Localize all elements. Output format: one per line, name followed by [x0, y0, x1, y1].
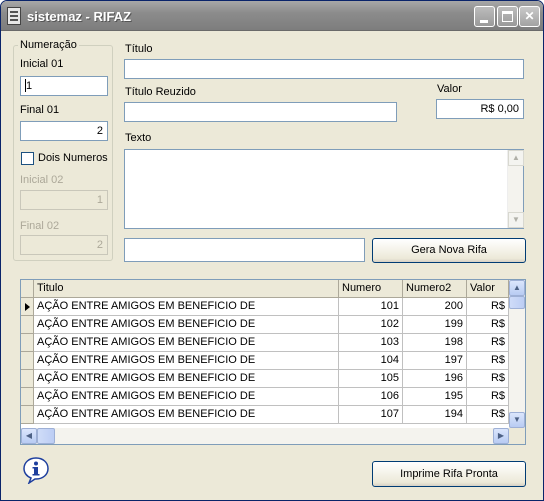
table-row[interactable]: AÇÃO ENTRE AMIGOS EM BENEFICIO DE 105 196 R… [21, 370, 510, 388]
table-row[interactable]: AÇÃO ENTRE AMIGOS EM BENEFICIO DE 103 198 R… [21, 334, 510, 352]
cell-titulo[interactable]: AÇÃO ENTRE AMIGOS EM BENEFICIO DE [34, 406, 339, 424]
rifas-grid[interactable]: Titulo Numero Numero2 Valor AÇÃO ENTRE A… [20, 279, 526, 445]
notepad-icon[interactable] [7, 7, 21, 25]
status-input[interactable] [124, 238, 365, 262]
texto-label: Texto [125, 132, 152, 144]
grid-vertical-scrollbar[interactable]: ▲ ▼ [509, 280, 525, 428]
window-title: sistemaz - RIFAZ [27, 9, 132, 24]
final01-label: Final 01 [20, 104, 60, 116]
row-indicator[interactable] [21, 370, 34, 388]
inicial02-label: Inicial 02 [20, 174, 64, 186]
cell-titulo[interactable]: AÇÃO ENTRE AMIGOS EM BENEFICIO DE [34, 388, 339, 406]
row-indicator[interactable] [21, 406, 34, 424]
cell-numero[interactable]: 106 [339, 388, 403, 406]
cell-numero[interactable]: 107 [339, 406, 403, 424]
titulo-label: Título [125, 43, 153, 55]
numeracao-group-label: Numeração [18, 39, 79, 51]
close-icon: ✕ [524, 9, 535, 23]
row-indicator[interactable] [21, 388, 34, 406]
cell-numero2[interactable]: 197 [403, 352, 467, 370]
maximize-button[interactable] [497, 6, 518, 27]
cell-titulo[interactable]: AÇÃO ENTRE AMIGOS EM BENEFICIO DE [34, 352, 339, 370]
row-indicator[interactable] [21, 352, 34, 370]
cell-valor[interactable]: R$ [467, 298, 509, 316]
titulo-reduzido-label: Título Reuzido [125, 86, 196, 98]
row-indicator[interactable] [21, 298, 34, 316]
scroll-up-icon[interactable]: ▲ [508, 150, 524, 166]
texto-scrollbar[interactable]: ▲ ▼ [507, 150, 524, 228]
scroll-down-icon[interactable]: ▼ [509, 412, 525, 428]
cell-titulo[interactable]: AÇÃO ENTRE AMIGOS EM BENEFICIO DE [34, 316, 339, 334]
titulo-reduzido-input[interactable] [124, 102, 397, 122]
column-header-numero[interactable]: Numero [339, 280, 403, 298]
cell-numero2[interactable]: 194 [403, 406, 467, 424]
table-row[interactable]: AÇÃO ENTRE AMIGOS EM BENEFICIO DE 102 199 R… [21, 316, 510, 334]
dois-numeros-checkbox[interactable] [21, 152, 34, 165]
cell-numero[interactable]: 105 [339, 370, 403, 388]
minimize-button[interactable] [474, 6, 495, 27]
cell-titulo[interactable]: AÇÃO ENTRE AMIGOS EM BENEFICIO DE [34, 334, 339, 352]
scroll-right-icon[interactable]: ▶ [493, 428, 509, 444]
main-window: sistemaz - RIFAZ ✕ Numeração Inicial 01 … [0, 0, 544, 501]
row-indicator[interactable] [21, 334, 34, 352]
cell-numero2[interactable]: 196 [403, 370, 467, 388]
row-pointer-icon [25, 303, 30, 311]
cell-numero[interactable]: 104 [339, 352, 403, 370]
cell-valor[interactable]: R$ [467, 316, 509, 334]
row-indicator[interactable] [21, 316, 34, 334]
inicial01-value: 1 [26, 80, 33, 92]
cell-numero2[interactable]: 199 [403, 316, 467, 334]
table-row[interactable]: AÇÃO ENTRE AMIGOS EM BENEFICIO DE 101 200 R… [21, 298, 510, 316]
cell-valor[interactable]: R$ [467, 352, 509, 370]
texto-textarea[interactable]: ▲ ▼ [124, 149, 524, 229]
scroll-down-icon[interactable]: ▼ [508, 212, 524, 228]
inicial01-input[interactable]: 1 [20, 76, 108, 96]
scroll-up-icon[interactable]: ▲ [509, 280, 525, 296]
grid-corner-header [21, 280, 34, 298]
titulo-input[interactable] [124, 59, 524, 79]
cell-numero[interactable]: 102 [339, 316, 403, 334]
dois-numeros-label[interactable]: Dois Numeros [38, 152, 108, 164]
cell-numero2[interactable]: 195 [403, 388, 467, 406]
scroll-thumb[interactable] [509, 296, 525, 309]
cell-valor[interactable]: R$ [467, 388, 509, 406]
valor-input[interactable]: R$ 0,00 [436, 99, 524, 119]
cell-numero2[interactable]: 200 [403, 298, 467, 316]
cell-numero2[interactable]: 198 [403, 334, 467, 352]
grid-horizontal-scrollbar[interactable]: ◀ ▶ [21, 428, 525, 444]
column-header-valor[interactable]: Valor [467, 280, 509, 298]
info-icon [23, 457, 49, 484]
scroll-thumb[interactable] [37, 428, 55, 444]
cell-numero[interactable]: 101 [339, 298, 403, 316]
scroll-left-icon[interactable]: ◀ [21, 428, 37, 444]
valor-label: Valor [437, 83, 462, 95]
cell-valor[interactable]: R$ [467, 334, 509, 352]
inicial01-label: Inicial 01 [20, 58, 64, 70]
final02-label: Final 02 [20, 220, 60, 232]
maximize-icon [502, 11, 513, 22]
table-row[interactable]: AÇÃO ENTRE AMIGOS EM BENEFICIO DE 106 195 R… [21, 388, 510, 406]
column-header-numero2[interactable]: Numero2 [403, 280, 467, 298]
cell-titulo[interactable]: AÇÃO ENTRE AMIGOS EM BENEFICIO DE [34, 298, 339, 316]
title-bar[interactable]: sistemaz - RIFAZ ✕ [1, 1, 543, 31]
cell-valor[interactable]: R$ [467, 370, 509, 388]
imprime-rifa-pronta-button[interactable]: Imprime Rifa Pronta [372, 461, 526, 487]
final02-input[interactable]: 2 [20, 235, 108, 255]
cell-titulo[interactable]: AÇÃO ENTRE AMIGOS EM BENEFICIO DE [34, 370, 339, 388]
gera-nova-rifa-button[interactable]: Gera Nova Rifa [372, 238, 526, 263]
cell-valor[interactable]: R$ [467, 406, 509, 424]
minimize-icon [480, 20, 488, 23]
inicial02-input[interactable]: 1 [20, 190, 108, 210]
table-row[interactable]: AÇÃO ENTRE AMIGOS EM BENEFICIO DE 104 197 R… [21, 352, 510, 370]
cell-numero[interactable]: 103 [339, 334, 403, 352]
scroll-corner [509, 428, 525, 444]
final01-input[interactable]: 2 [20, 121, 108, 141]
close-button[interactable]: ✕ [519, 6, 540, 27]
column-header-titulo[interactable]: Titulo [34, 280, 339, 298]
table-row[interactable]: AÇÃO ENTRE AMIGOS EM BENEFICIO DE 107 194 R… [21, 406, 510, 424]
